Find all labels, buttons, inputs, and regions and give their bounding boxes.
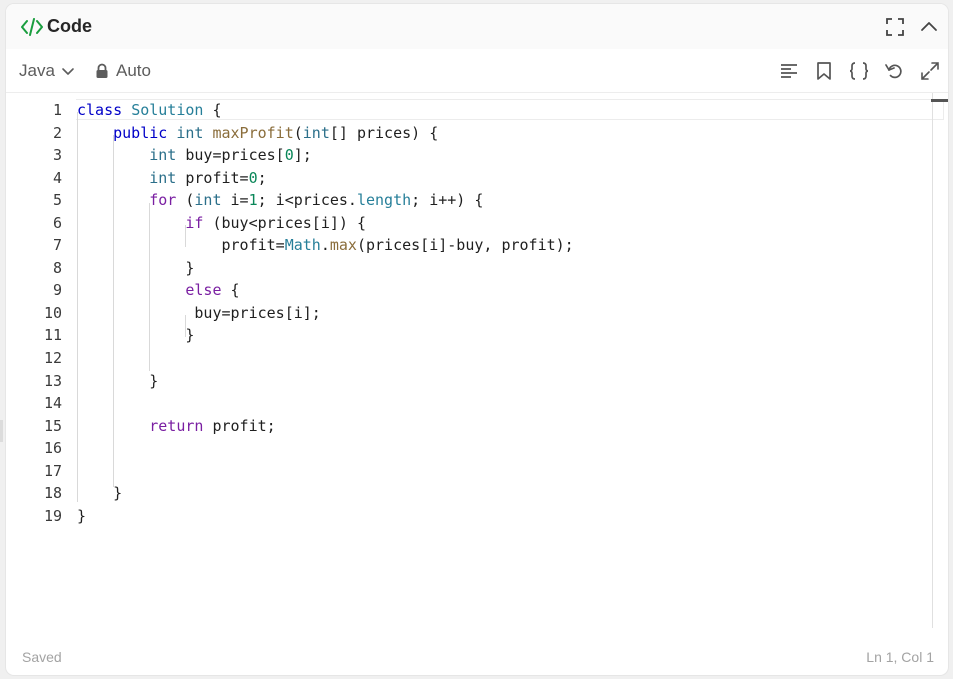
- code-line[interactable]: buy=prices[i];: [77, 302, 930, 325]
- line-number: 10: [43, 303, 62, 322]
- code-line[interactable]: }: [77, 505, 930, 528]
- line-number-gutter: 1 2 3 4 5 6 7 8 9 10 11 12 13 14 15 16 17 18 19: [6, 99, 62, 527]
- line-number: 12: [43, 349, 62, 368]
- language-label: Java: [19, 61, 55, 80]
- code-panel: Code Java Auto 1 2 3 4 5 6 7 8 9 10 11 1…: [6, 4, 948, 675]
- code-line[interactable]: }: [77, 370, 930, 393]
- line-number: 19: [43, 506, 62, 525]
- line-number: 4: [52, 168, 62, 187]
- cursor-position: Ln 1, Col 1: [866, 649, 934, 665]
- line-number: 16: [43, 439, 62, 458]
- code-editor[interactable]: 1 2 3 4 5 6 7 8 9 10 11 12 13 14 15 16 17 18 19 class Solu…: [6, 93, 948, 641]
- lock-icon: [96, 63, 108, 78]
- code-brackets-icon: [21, 18, 43, 36]
- line-number: 6: [52, 213, 62, 232]
- line-number: 18: [43, 484, 62, 503]
- code-line[interactable]: ​: [77, 392, 930, 415]
- code-line[interactable]: profit=Math.max(prices[i]-buy, profit);: [77, 234, 930, 257]
- chevron-up-icon[interactable]: [918, 16, 940, 38]
- code-line[interactable]: class Solution {: [77, 99, 930, 122]
- code-content[interactable]: class Solution { public int maxProfit(in…: [77, 99, 930, 527]
- expand-icon[interactable]: [920, 61, 940, 81]
- code-line[interactable]: }: [77, 324, 930, 347]
- code-line[interactable]: ​: [77, 347, 930, 370]
- auto-label: Auto: [116, 61, 151, 80]
- line-number: 17: [43, 461, 62, 480]
- code-line[interactable]: }: [77, 257, 930, 280]
- code-line[interactable]: int buy=prices[0];: [77, 144, 930, 167]
- line-number: 8: [52, 258, 62, 277]
- line-number: 3: [52, 146, 62, 165]
- braces-icon[interactable]: [848, 61, 870, 81]
- line-number: 15: [43, 416, 62, 435]
- line-number: 1: [52, 101, 62, 119]
- line-number: 14: [43, 394, 62, 413]
- bookmark-icon[interactable]: [814, 61, 834, 81]
- line-number: 13: [43, 371, 62, 390]
- line-number: 9: [52, 281, 62, 300]
- code-line[interactable]: ​: [77, 437, 930, 460]
- status-bar: Saved Ln 1, Col 1: [6, 637, 948, 675]
- auto-mode: Auto: [95, 61, 151, 81]
- line-number: 11: [43, 326, 62, 345]
- code-line[interactable]: }: [77, 482, 930, 505]
- line-number: 7: [52, 236, 62, 255]
- vertical-scrollbar-track[interactable]: [932, 93, 933, 628]
- code-line[interactable]: ​: [77, 460, 930, 483]
- save-status: Saved: [22, 649, 62, 665]
- language-select[interactable]: Java: [19, 61, 75, 81]
- code-line[interactable]: public int maxProfit(int[] prices) {: [77, 122, 930, 145]
- format-icon[interactable]: [779, 61, 799, 81]
- resize-handle[interactable]: [0, 420, 3, 442]
- fullscreen-icon[interactable]: [884, 16, 906, 38]
- code-line[interactable]: return profit;: [77, 415, 930, 438]
- code-line[interactable]: else {: [77, 279, 930, 302]
- editor-toolbar: Java Auto: [6, 49, 948, 93]
- panel-title: Code: [47, 16, 92, 36]
- code-line[interactable]: for (int i=1; i<prices.length; i++) {: [77, 189, 930, 212]
- panel-header: Code: [6, 4, 948, 49]
- code-line[interactable]: if (buy<prices[i]) {: [77, 212, 930, 235]
- scrollbar-thumb[interactable]: [931, 99, 948, 102]
- undo-icon[interactable]: [884, 61, 904, 81]
- line-number: 2: [52, 123, 62, 142]
- line-number: 5: [52, 191, 62, 210]
- chevron-down-icon: [62, 68, 74, 75]
- code-line[interactable]: int profit=0;: [77, 167, 930, 190]
